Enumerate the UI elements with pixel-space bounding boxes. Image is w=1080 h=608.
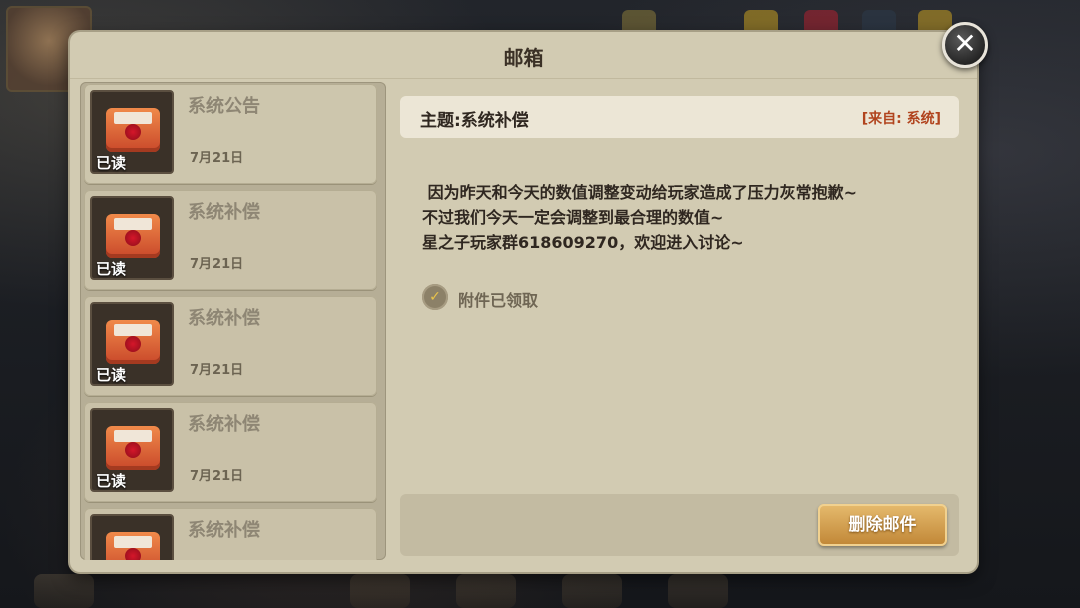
mail-item-title: 系统补偿 [188, 414, 260, 435]
mail-item-date: 7月21日 [190, 469, 244, 484]
mail-thumbnail [90, 514, 174, 560]
close-button[interactable]: ✕ [942, 22, 988, 68]
read-status-badge: 已读 [96, 472, 127, 490]
mail-item-title: 系统补偿 [188, 308, 260, 329]
bottom-nav-button [350, 574, 410, 608]
envelope-icon [106, 320, 160, 364]
mail-detail: 主题:系统补偿 [来自: 系统] 因为昨天和今天的数值调整变动给玩家造成了压力灰… [400, 96, 960, 556]
mail-thumbnail: 已读 [90, 408, 174, 492]
mail-thumbnail: 已读 [90, 196, 174, 280]
close-icon: ✕ [953, 27, 977, 60]
bottom-nav-button [668, 574, 728, 608]
read-status-badge: 已读 [96, 260, 127, 278]
bottom-nav-button [34, 574, 94, 608]
subject-bar: 主题:系统补偿 [来自: 系统] [400, 96, 959, 138]
title-bar: 邮箱 [70, 32, 977, 79]
envelope-icon [106, 108, 160, 152]
mail-thumbnail: 已读 [90, 90, 174, 174]
mail-item-title: 系统公告 [188, 96, 260, 117]
bottom-nav-button [562, 574, 622, 608]
mail-list[interactable]: 已读 系统公告 7月21日 已读 系统补偿 7月21日 已读 系统补偿 7月21… [80, 82, 386, 560]
attachment-status-text: 附件已领取 [458, 291, 539, 310]
mail-sender: [来自: 系统] [861, 111, 941, 127]
mailbox-title: 邮箱 [503, 46, 544, 70]
bottom-nav-button [456, 574, 516, 608]
mail-item-0[interactable]: 已读 系统公告 7月21日 [84, 84, 377, 184]
mail-thumbnail: 已读 [90, 302, 174, 386]
action-bar: 删除邮件 [400, 494, 959, 556]
envelope-icon [106, 532, 160, 560]
mail-item-2[interactable]: 已读 系统补偿 7月21日 [84, 296, 377, 396]
mail-item-title: 系统补偿 [188, 202, 260, 223]
mailbox-panel: 邮箱 已读 系统公告 7月21日 已读 系统补偿 7月21日 已读 系统补偿 7… [70, 32, 977, 572]
check-icon: ✓ [422, 284, 448, 310]
read-status-badge: 已读 [96, 366, 127, 384]
envelope-icon [106, 426, 160, 470]
mail-subject: 主题:系统补偿 [420, 111, 529, 131]
envelope-icon [106, 214, 160, 258]
mail-item-date: 7月21日 [190, 257, 244, 272]
mail-item-date: 7月21日 [190, 151, 244, 166]
mail-body: 因为昨天和今天的数值调整变动给玩家造成了压力灰常抱歉~ 不过我们今天一定会调整到… [422, 183, 857, 252]
mail-item-3[interactable]: 已读 系统补偿 7月21日 [84, 402, 377, 502]
read-status-badge: 已读 [96, 154, 127, 172]
mail-item-title: 系统补偿 [188, 520, 260, 541]
delete-mail-button[interactable]: 删除邮件 [818, 504, 947, 546]
mail-item-date: 7月21日 [190, 363, 244, 378]
mail-item-1[interactable]: 已读 系统补偿 7月21日 [84, 190, 377, 290]
mail-item-4[interactable]: 系统补偿 [84, 508, 377, 560]
